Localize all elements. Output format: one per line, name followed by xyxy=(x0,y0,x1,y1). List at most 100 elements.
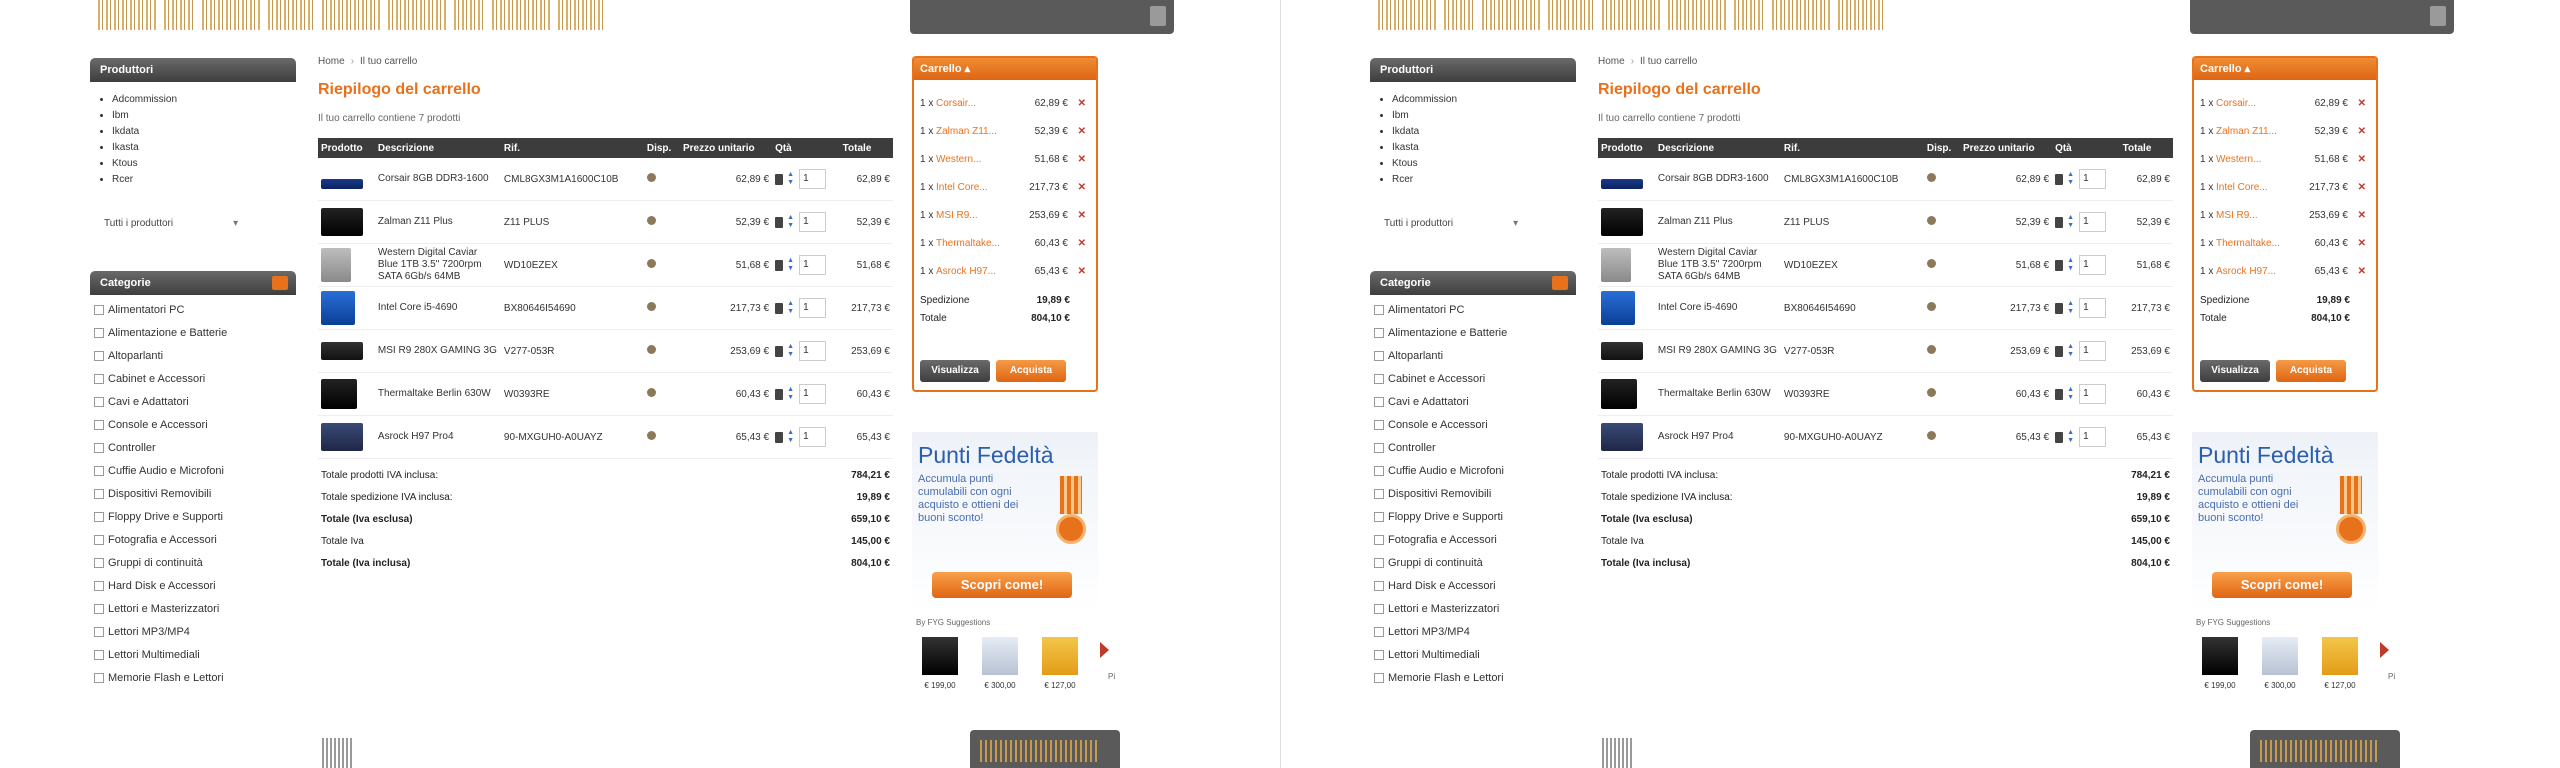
mini-cart-product-link[interactable]: MSI R9... xyxy=(2216,202,2304,230)
remove-icon[interactable]: ✕ xyxy=(1068,174,1086,202)
quantity-input[interactable]: 1 xyxy=(799,298,827,318)
category-link[interactable]: Controller xyxy=(94,437,296,460)
trash-icon[interactable] xyxy=(775,173,784,185)
mini-cart-product-link[interactable]: Zalman Z11... xyxy=(936,118,1024,146)
category-link[interactable]: Lettori e Masterizzatori xyxy=(94,598,296,621)
product-image[interactable] xyxy=(321,208,363,236)
ad-product-image[interactable] xyxy=(922,637,958,675)
mini-cart-product-link[interactable]: Western... xyxy=(936,146,1024,174)
trash-icon[interactable] xyxy=(2055,216,2064,228)
product-image[interactable] xyxy=(321,379,357,409)
quantity-stepper[interactable]: ▲ ▼ xyxy=(787,214,799,230)
quantity-input[interactable]: 1 xyxy=(2079,212,2107,232)
category-link[interactable]: Alimentazione e Batterie xyxy=(94,322,296,345)
product-image[interactable] xyxy=(321,423,363,451)
product-image[interactable] xyxy=(1601,342,1643,360)
mini-cart-header[interactable]: Carrello ▴ xyxy=(2194,58,2376,80)
search-button[interactable] xyxy=(1150,6,1166,26)
category-link[interactable]: Hard Disk e Accessori xyxy=(94,575,296,598)
ad-product-image[interactable] xyxy=(2322,637,2358,675)
quantity-stepper[interactable]: ▲ ▼ xyxy=(2067,386,2079,402)
breadcrumb-home[interactable]: Home xyxy=(1598,56,1625,67)
remove-icon[interactable]: ✕ xyxy=(2348,202,2366,230)
product-description[interactable]: Zalman Z11 Plus xyxy=(1654,200,1781,244)
product-description[interactable]: Zalman Z11 Plus xyxy=(374,200,501,244)
product-description[interactable]: Western Digital Caviar Blue 1TB 3.5" 720… xyxy=(1654,243,1781,287)
trash-icon[interactable] xyxy=(2055,259,2064,271)
quantity-input[interactable]: 1 xyxy=(799,427,827,447)
mini-cart-product-link[interactable]: Corsair... xyxy=(936,90,1024,118)
product-thumb-cell[interactable] xyxy=(318,286,375,330)
category-link[interactable]: Lettori e Masterizzatori xyxy=(1374,598,1576,621)
manufacturer-link[interactable]: Ktous xyxy=(1392,156,1576,172)
remove-icon[interactable]: ✕ xyxy=(1068,146,1086,174)
product-image[interactable] xyxy=(1601,423,1643,451)
quantity-stepper[interactable]: ▲ ▼ xyxy=(2067,257,2079,273)
mini-cart-product-link[interactable]: MSI R9... xyxy=(936,202,1024,230)
product-image[interactable] xyxy=(1601,379,1637,409)
product-description[interactable]: Corsair 8GB DDR3-1600 xyxy=(374,158,501,201)
quantity-stepper[interactable]: ▲ ▼ xyxy=(787,257,799,273)
quantity-input[interactable]: 1 xyxy=(799,169,827,189)
product-thumb-cell[interactable] xyxy=(318,243,375,287)
search-bar[interactable] xyxy=(910,0,1174,34)
product-image[interactable] xyxy=(1601,291,1635,325)
quantity-input[interactable]: 1 xyxy=(799,384,827,404)
category-link[interactable]: Floppy Drive e Supporti xyxy=(94,506,296,529)
product-thumb-cell[interactable] xyxy=(1598,200,1655,244)
next-arrow-icon[interactable] xyxy=(1100,642,1109,658)
category-link[interactable]: Altoparlanti xyxy=(1374,345,1576,368)
manufacturer-link[interactable]: Rcer xyxy=(1392,172,1576,188)
category-link[interactable]: Alimentatori PC xyxy=(94,299,296,322)
remove-icon[interactable]: ✕ xyxy=(1068,202,1086,230)
manufacturer-link[interactable]: Ikasta xyxy=(1392,140,1576,156)
category-link[interactable]: Lettori MP3/MP4 xyxy=(94,621,296,644)
manufacturer-link[interactable]: Ikasta xyxy=(112,140,296,156)
category-link[interactable]: Memorie Flash e Lettori xyxy=(94,667,296,690)
product-description[interactable]: Intel Core i5-4690 xyxy=(1654,286,1781,330)
product-image[interactable] xyxy=(321,291,355,325)
quantity-input[interactable]: 1 xyxy=(2079,427,2107,447)
manufacturer-link[interactable]: Rcer xyxy=(112,172,296,188)
quantity-stepper[interactable]: ▲ ▼ xyxy=(787,429,799,445)
loyalty-cta-button[interactable]: Scopri come! xyxy=(932,572,1072,598)
quantity-input[interactable]: 1 xyxy=(2079,255,2107,275)
mini-cart-product-link[interactable]: Corsair... xyxy=(2216,90,2304,118)
category-link[interactable]: Cuffie Audio e Microfoni xyxy=(1374,460,1576,483)
quantity-input[interactable]: 1 xyxy=(2079,298,2107,318)
quantity-input[interactable]: 1 xyxy=(799,341,827,361)
trash-icon[interactable] xyxy=(775,216,784,228)
manufacturer-link[interactable]: Ktous xyxy=(112,156,296,172)
trash-icon[interactable] xyxy=(775,302,784,314)
ad-product-image[interactable] xyxy=(2202,637,2238,675)
loyalty-banner[interactable]: Punti Fedeltà Accumula punti cumulabili c… xyxy=(912,432,1098,612)
ad-product-image[interactable] xyxy=(1042,637,1078,675)
remove-icon[interactable]: ✕ xyxy=(2348,174,2366,202)
quantity-input[interactable]: 1 xyxy=(2079,384,2107,404)
product-image[interactable] xyxy=(321,248,351,282)
product-description[interactable]: Thermaltake Berlin 630W xyxy=(374,372,501,416)
quantity-stepper[interactable]: ▲ ▼ xyxy=(2067,343,2079,359)
trash-icon[interactable] xyxy=(2055,302,2064,314)
ad-product-image[interactable] xyxy=(2262,637,2298,675)
product-thumb-cell[interactable] xyxy=(1598,243,1655,287)
trash-icon[interactable] xyxy=(2055,388,2064,400)
category-link[interactable]: Cabinet e Accessori xyxy=(1374,368,1576,391)
product-thumb-cell[interactable] xyxy=(1598,415,1655,459)
quantity-stepper[interactable]: ▲ ▼ xyxy=(787,386,799,402)
ad-product[interactable]: € 199,00 xyxy=(918,637,962,690)
view-cart-button[interactable]: Visualizza xyxy=(920,360,990,382)
mini-cart-product-link[interactable]: Thermaltake... xyxy=(936,230,1024,258)
mini-cart-product-link[interactable]: Intel Core... xyxy=(2216,174,2304,202)
product-image[interactable] xyxy=(1601,178,1643,189)
breadcrumb-home[interactable]: Home xyxy=(318,56,345,67)
quantity-stepper[interactable]: ▲ ▼ xyxy=(787,300,799,316)
ad-product[interactable]: € 127,00 xyxy=(2318,637,2362,690)
manufacturer-link[interactable]: Ikdata xyxy=(112,124,296,140)
product-thumb-cell[interactable] xyxy=(318,372,375,416)
toggle-icon[interactable] xyxy=(272,276,288,290)
quantity-stepper[interactable]: ▲ ▼ xyxy=(2067,429,2079,445)
remove-icon[interactable]: ✕ xyxy=(2348,118,2366,146)
loyalty-cta-button[interactable]: Scopri come! xyxy=(2212,572,2352,598)
category-link[interactable]: Gruppi di continuità xyxy=(1374,552,1576,575)
